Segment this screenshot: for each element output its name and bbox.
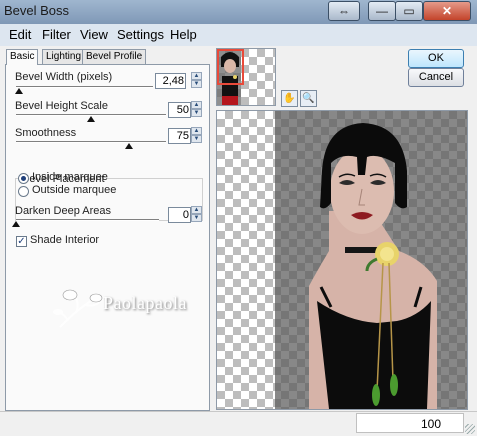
spin-down-icon[interactable]: ▼: [191, 109, 202, 117]
restore-button[interactable]: ⇔: [328, 1, 360, 21]
zoom-level: 100: [356, 413, 464, 433]
outside-marquee-label[interactable]: Outside marquee: [32, 184, 116, 196]
cancel-button[interactable]: Cancel: [408, 68, 464, 87]
bevel-width-slider-track[interactable]: [16, 86, 153, 88]
bevel-height-spinner[interactable]: ▲ ▼: [191, 101, 202, 117]
dialog-client: Basic Lighting Bevel Profile Bevel Width…: [0, 46, 477, 436]
bevel-width-slider-thumb[interactable]: [14, 88, 23, 94]
navigator-view-box[interactable]: [217, 49, 244, 85]
bevel-width-label: Bevel Width (pixels): [15, 71, 113, 83]
bevel-height-input[interactable]: 50: [168, 102, 191, 118]
inside-marquee-label[interactable]: Inside marquee: [32, 171, 108, 183]
bevel-height-label: Bevel Height Scale: [15, 100, 108, 112]
outside-marquee-radio[interactable]: [18, 186, 29, 197]
flower-ornament-icon: [53, 289, 105, 328]
status-bar: 100: [0, 411, 477, 436]
smoothness-slider-track[interactable]: [16, 141, 166, 143]
resize-grip-icon[interactable]: [465, 424, 475, 434]
pan-hand-icon: ✋: [283, 93, 296, 104]
menu-help[interactable]: Help: [170, 27, 197, 42]
pan-tool-button[interactable]: ✋: [281, 90, 298, 107]
bevel-height-slider-thumb[interactable]: [87, 116, 95, 122]
zoom-magnifier-icon: 🔍: [302, 93, 315, 104]
spin-up-icon[interactable]: ▲: [191, 72, 202, 80]
zoom-tool-button[interactable]: 🔍: [300, 90, 317, 107]
watermark-text: Paolapaola: [103, 293, 187, 313]
darken-spinner[interactable]: ▲ ▼: [191, 206, 202, 222]
checkmark-icon: ✓: [17, 236, 26, 247]
spin-up-icon[interactable]: ▲: [191, 127, 202, 135]
navigator-thumbnail[interactable]: [216, 48, 276, 106]
menu-edit[interactable]: Edit: [9, 27, 31, 42]
maximize-button[interactable]: ▭: [395, 1, 423, 21]
darken-slider-track[interactable]: [16, 219, 159, 221]
darken-slider-thumb[interactable]: [12, 221, 20, 227]
menu-settings[interactable]: Settings: [117, 27, 164, 42]
spin-down-icon[interactable]: ▼: [191, 135, 202, 143]
title-bar: Bevel Boss ⇔ — ▭ ✕: [0, 0, 477, 24]
smoothness-slider-thumb[interactable]: [124, 143, 133, 149]
menu-filter[interactable]: Filter: [42, 27, 71, 42]
smoothness-input[interactable]: 75: [168, 128, 191, 144]
inside-marquee-radio[interactable]: [18, 173, 29, 184]
preview-image: [275, 111, 467, 409]
menu-bar: Edit Filter View Settings Help: [0, 24, 477, 47]
basic-panel: Bevel Width (pixels) 2,48 ▲ ▼ Bevel Heigh…: [5, 64, 210, 411]
shade-interior-checkbox[interactable]: ✓: [16, 236, 27, 247]
tab-bevel-profile[interactable]: Bevel Profile: [82, 49, 147, 64]
close-icon: ✕: [441, 4, 453, 18]
restore-icon: ⇔: [338, 4, 350, 18]
minimize-icon: —: [376, 4, 388, 18]
spin-down-icon[interactable]: ▼: [191, 214, 202, 222]
shade-interior-label[interactable]: Shade Interior: [30, 234, 99, 246]
spin-up-icon[interactable]: ▲: [191, 101, 202, 109]
darken-deep-areas-label: Darken Deep Areas: [15, 205, 111, 217]
smoothness-label: Smoothness: [15, 127, 77, 139]
minimize-button[interactable]: —: [368, 1, 396, 21]
ok-button[interactable]: OK: [408, 49, 464, 68]
close-button[interactable]: ✕: [423, 1, 471, 21]
tab-basic[interactable]: Basic: [6, 49, 39, 65]
tab-lighting[interactable]: Lighting: [42, 49, 86, 64]
spin-up-icon[interactable]: ▲: [191, 206, 202, 214]
bevel-width-input[interactable]: 2,48: [155, 73, 186, 89]
watermark: Paolapaola: [50, 281, 205, 333]
smoothness-spinner[interactable]: ▲ ▼: [191, 127, 202, 143]
menu-view[interactable]: View: [80, 27, 108, 42]
window-title: Bevel Boss: [4, 3, 70, 18]
preview-pane[interactable]: [216, 110, 468, 410]
darken-input[interactable]: 0: [168, 207, 191, 223]
bevel-width-spinner[interactable]: ▲ ▼: [191, 72, 202, 88]
maximize-icon: ▭: [403, 4, 415, 18]
spin-down-icon[interactable]: ▼: [191, 80, 202, 88]
